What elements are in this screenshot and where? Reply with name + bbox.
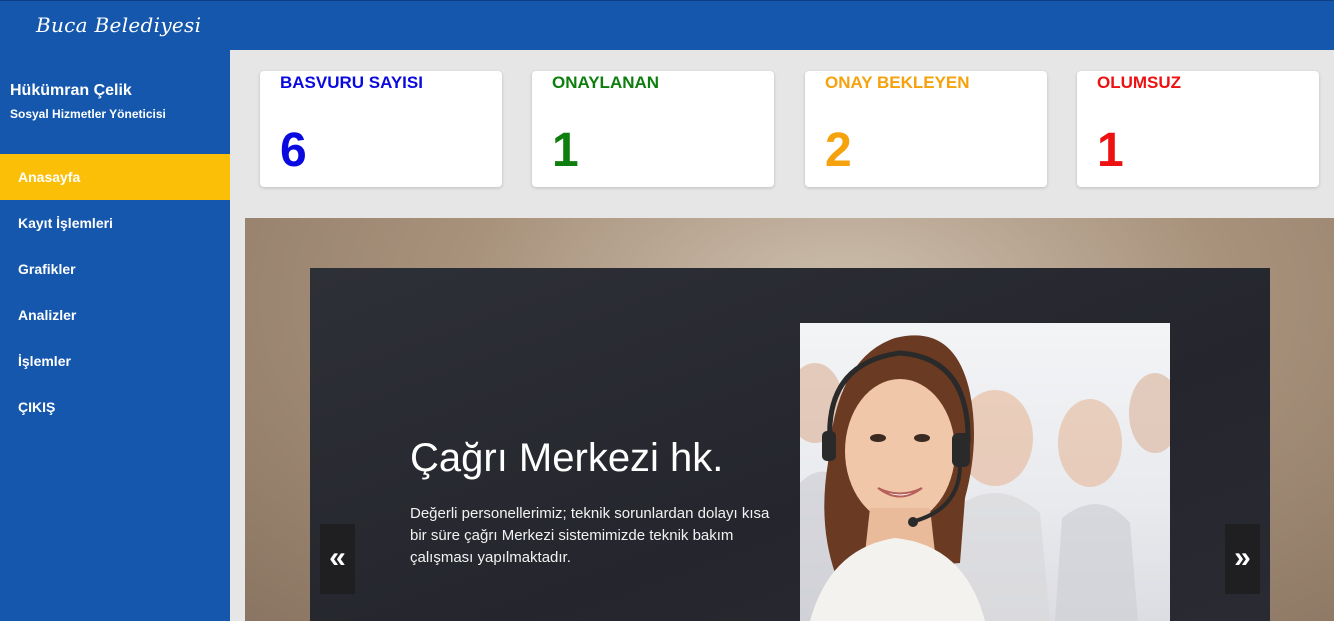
- stat-label: OLUMSUZ: [1097, 73, 1182, 92]
- stat-card-olumsuz: OLUMSUZ 1: [1077, 71, 1319, 187]
- call-center-photo: [800, 323, 1170, 621]
- sidebar: Hükümran Çelik Sosyal Hizmetler Yönetici…: [0, 50, 230, 621]
- sidebar-item-anasayfa[interactable]: Anasayfa: [0, 154, 230, 200]
- slide-text: Değerli personellerimiz; teknik sorunlar…: [410, 505, 770, 566]
- stat-card-onaylanan: ONAYLANAN 1: [532, 71, 774, 187]
- user-name: Hükümran Çelik: [10, 82, 132, 99]
- stat-value: 1: [1097, 124, 1124, 177]
- sidebar-item-islemler[interactable]: İşlemler: [0, 338, 230, 384]
- stat-card-onay-bekleyen: ONAY BEKLEYEN 2: [805, 71, 1047, 187]
- carousel-slide: Çağrı Merkezi hk. Değerli personellerimi…: [310, 268, 1270, 621]
- stat-label: ONAY BEKLEYEN: [825, 73, 970, 92]
- carousel-prev-button[interactable]: «: [320, 524, 355, 594]
- carousel-next-button[interactable]: »: [1225, 524, 1260, 594]
- stat-value: 1: [552, 124, 579, 177]
- call-center-illustration: [800, 335, 1170, 621]
- sidebar-item-kayit-islemleri[interactable]: Kayıt İşlemleri: [0, 200, 230, 246]
- slide-title: Çağrı Merkezi hk.: [410, 436, 724, 480]
- sidebar-menu: Anasayfa Kayıt İşlemleri Grafikler Anali…: [0, 154, 230, 430]
- top-navbar: Buca Belediyesi: [0, 0, 1334, 50]
- carousel-banner: Çağrı Merkezi hk. Değerli personellerimi…: [245, 218, 1334, 621]
- brand-logo[interactable]: Buca Belediyesi: [36, 13, 201, 37]
- stat-label: ONAYLANAN: [552, 73, 660, 92]
- sidebar-item-grafikler[interactable]: Grafikler: [0, 246, 230, 292]
- main-content: BASVURU SAYISI 6 ONAYLANAN 1 ONAY BEKLEY…: [230, 50, 1334, 621]
- stat-value: 2: [825, 124, 852, 177]
- sidebar-item-cikis[interactable]: ÇIKIŞ: [0, 384, 230, 430]
- stat-value: 6: [280, 124, 307, 177]
- user-role: Sosyal Hizmetler Yöneticisi: [10, 107, 166, 121]
- sidebar-item-analizler[interactable]: Analizler: [0, 292, 230, 338]
- stat-label: BASVURU SAYISI: [280, 73, 423, 92]
- stat-card-basvuru: BASVURU SAYISI 6: [260, 71, 502, 187]
